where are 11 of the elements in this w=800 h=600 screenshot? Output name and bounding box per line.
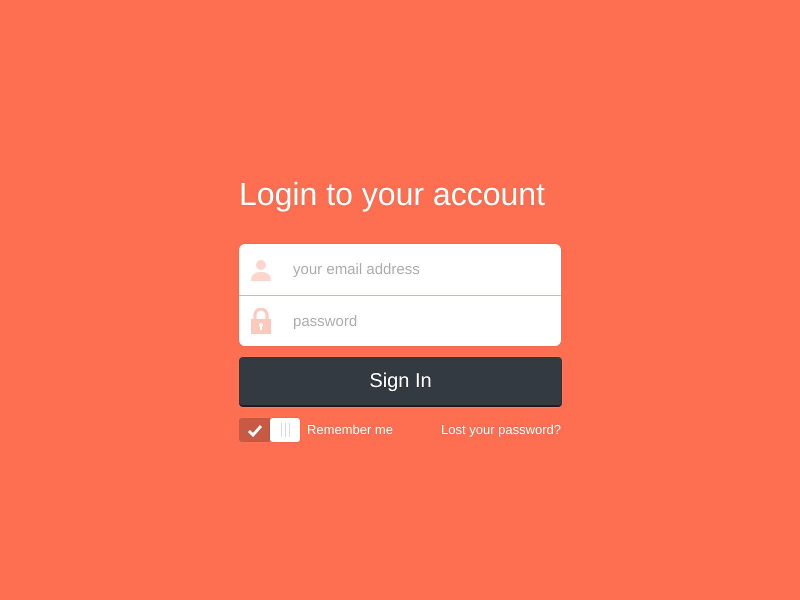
password-input[interactable]: password (293, 301, 561, 341)
sign-in-button[interactable]: Sign In (239, 357, 562, 407)
email-input[interactable]: your email address (293, 250, 561, 290)
remember-label: Remember me (307, 421, 393, 440)
lock-icon (250, 308, 272, 334)
check-icon (246, 424, 262, 436)
email-field[interactable]: your email address (239, 244, 561, 295)
password-field[interactable]: password (239, 295, 561, 346)
user-icon (250, 258, 272, 280)
login-title: Login to your account (239, 175, 545, 214)
remember-toggle[interactable] (239, 418, 300, 442)
